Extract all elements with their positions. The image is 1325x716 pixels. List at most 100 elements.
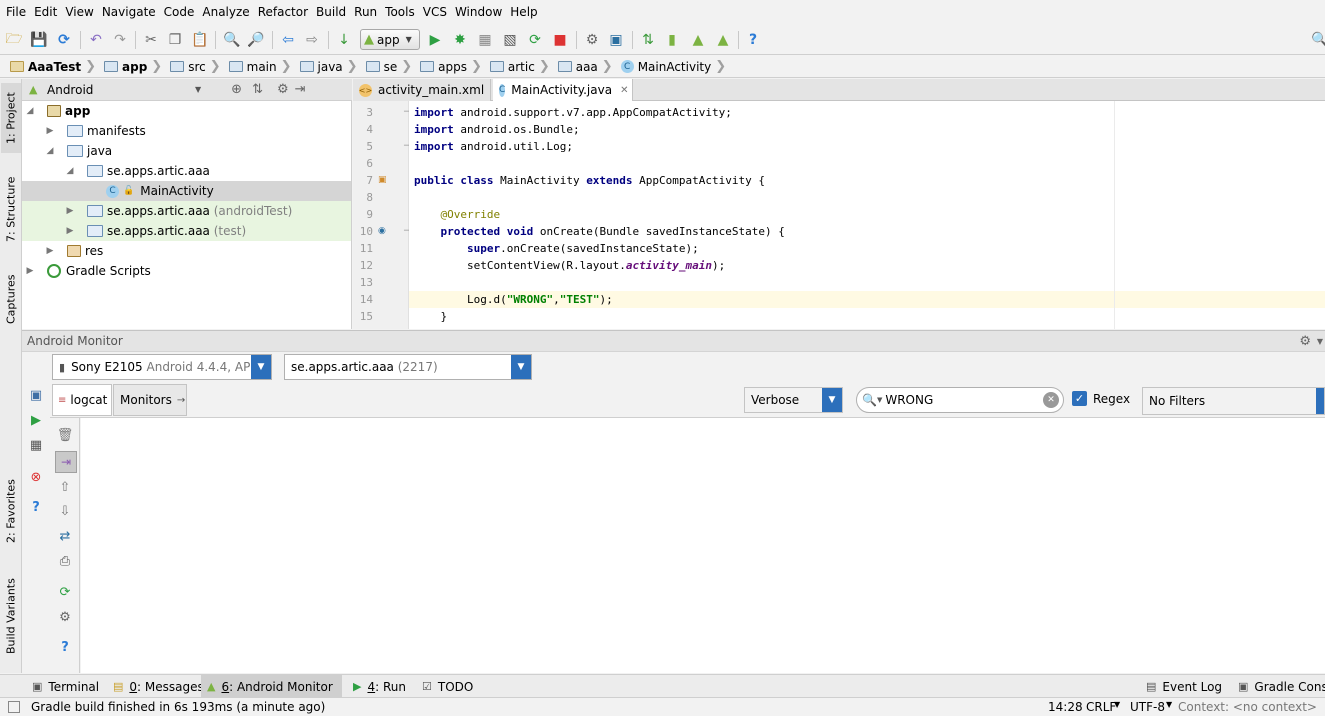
collapse-arrow-icon[interactable]: ▶ — [65, 206, 75, 216]
chevron-down-icon[interactable]: ▼ — [1317, 337, 1323, 346]
find-icon[interactable]: 🔍 — [222, 30, 242, 50]
tool-tab-structure[interactable]: 7: Structure — [1, 169, 21, 249]
help-icon[interactable]: ? — [743, 30, 763, 50]
code-line[interactable]: setContentView(R.layout.activity_main); — [414, 257, 725, 274]
system-info-icon[interactable]: ▦ — [27, 436, 45, 454]
tree-node-package[interactable]: ◢ se.apps.artic.aaa — [22, 161, 351, 181]
run-icon[interactable]: ▶ — [425, 30, 445, 50]
menu-build[interactable]: Build — [312, 0, 350, 24]
menu-view[interactable]: View — [61, 0, 97, 24]
chevron-down-icon[interactable]: ▼ — [251, 355, 271, 379]
attach-debugger-icon[interactable]: ▧ — [500, 30, 520, 50]
run-configuration-select[interactable]: ▲ app ▼ — [360, 29, 420, 50]
log-level-select[interactable]: Verbose ▼ — [744, 387, 843, 413]
gear-icon[interactable]: ⚙ — [56, 608, 74, 626]
sdk-manager-icon[interactable]: ▣ — [606, 30, 626, 50]
tree-node-java[interactable]: ◢ java — [22, 141, 351, 161]
menu-run[interactable]: Run — [350, 0, 381, 24]
gear-icon[interactable]: ⚙ — [277, 82, 289, 97]
tool-tab-android-monitor[interactable]: ▲ 6: Android Monitor — [201, 675, 342, 698]
breadcrumb-item[interactable]: C MainActivity ❯ — [617, 56, 730, 78]
tree-node-app[interactable]: ◢ app — [22, 101, 351, 121]
device-select[interactable]: ▮ Sony E2105 Android 4.4.4, API 19 ▼ — [52, 354, 272, 380]
tree-node-package-test[interactable]: ▶ se.apps.artic.aaa (test) — [22, 221, 351, 241]
menu-help[interactable]: Help — [506, 0, 541, 24]
code-line[interactable]: import android.util.Log; — [414, 138, 573, 155]
tool-tab-captures[interactable]: Captures — [1, 269, 21, 329]
code-line[interactable]: protected void onCreate(Bundle savedInst… — [414, 223, 785, 240]
code-line[interactable]: Log.d("WRONG","TEST"); — [414, 291, 613, 308]
tree-node-res[interactable]: ▶ res — [22, 241, 351, 261]
tab-monitors[interactable]: Monitors → — [113, 384, 187, 416]
project-structure-icon[interactable]: ⚙ — [582, 30, 602, 50]
caret-position[interactable]: 14:28 — [1048, 700, 1083, 714]
tree-node-package-androidtest[interactable]: ▶ se.apps.artic.aaa (androidTest) — [22, 201, 351, 221]
collapse-arrow-icon[interactable]: ▶ — [45, 246, 55, 256]
menu-vcs[interactable]: VCS — [419, 0, 451, 24]
chevron-down-icon[interactable]: ▼ — [822, 388, 842, 412]
tree-node-gradle-scripts[interactable]: ▶ Gradle Scripts — [22, 261, 351, 281]
breadcrumb-item[interactable]: app ❯ — [100, 56, 166, 78]
tool-tab-build-variants[interactable]: Build Variants — [1, 569, 21, 664]
hide-panel-icon[interactable]: ⇥ — [295, 82, 306, 97]
android-device-monitor-icon[interactable]: ▲ — [688, 30, 708, 50]
restart-icon[interactable]: ⟳ — [56, 583, 74, 601]
process-select[interactable]: se.apps.artic.aaa (2217) ▼ — [284, 354, 532, 380]
paste-icon[interactable]: 📋 — [190, 30, 210, 50]
breadcrumb-item[interactable]: main ❯ — [225, 56, 296, 78]
print-icon[interactable]: ⎙ — [56, 552, 74, 570]
sync-icon[interactable]: ⟳ — [54, 30, 74, 50]
chevron-down-icon[interactable] — [1316, 388, 1324, 414]
open-icon[interactable]: 🗁 — [4, 30, 24, 50]
gear-icon[interactable]: ⚙ — [1299, 334, 1311, 349]
help-icon[interactable]: ? — [27, 498, 45, 516]
collapse-arrow-icon[interactable]: ▶ — [65, 226, 75, 236]
terminate-app-icon[interactable]: ⊗ — [27, 468, 45, 486]
regex-checkbox[interactable]: ✓ — [1072, 391, 1087, 406]
logcat-output[interactable] — [81, 418, 1325, 673]
collapse-arrow-icon[interactable]: ▶ — [45, 126, 55, 136]
menu-tools[interactable]: Tools — [381, 0, 419, 24]
search-input[interactable]: WRONG — [885, 393, 933, 407]
override-marker-icon[interactable]: ◉ — [378, 226, 386, 236]
menu-code[interactable]: Code — [160, 0, 199, 24]
menu-window[interactable]: Window — [451, 0, 506, 24]
tab-logcat[interactable]: ≡ logcat — [52, 384, 112, 416]
tool-tab-favorites[interactable]: 2: Favorites — [1, 471, 21, 551]
chevron-down-icon[interactable]: ▼ — [195, 85, 201, 94]
clear-search-icon[interactable]: ✕ — [1043, 392, 1059, 408]
menu-refactor[interactable]: Refactor — [254, 0, 312, 24]
apply-changes-icon[interactable]: ⟳ — [525, 30, 545, 50]
expand-arrow-icon[interactable]: ◢ — [25, 106, 35, 116]
replace-icon[interactable]: 🔎 — [246, 30, 266, 50]
file-encoding[interactable]: UTF-8 — [1130, 700, 1165, 714]
arrow-down-icon[interactable]: ⇩ — [56, 502, 74, 520]
sync-gradle-icon[interactable]: ⇅ — [638, 30, 658, 50]
camera-icon[interactable]: ▣ — [27, 386, 45, 404]
menu-file[interactable]: File — [2, 0, 30, 24]
code-line[interactable]: public class MainActivity extends AppCom… — [414, 172, 765, 189]
tool-tab-project[interactable]: 1: Project — [1, 83, 21, 153]
copy-icon[interactable]: ❐ — [165, 30, 185, 50]
code-line[interactable]: import android.support.v7.app.AppCompatA… — [414, 104, 732, 121]
code-editor[interactable]: import android.support.v7.app.AppCompatA… — [409, 101, 1325, 329]
tool-tab-gradle-console[interactable]: ▣Gradle Conso — [1232, 675, 1325, 698]
tool-tab-event-log[interactable]: ▤ Event Log — [1140, 675, 1228, 698]
tool-tab-run[interactable]: ▶ 4: Run — [347, 675, 412, 698]
chevron-down-icon[interactable]: ▼ — [877, 396, 882, 404]
redo-icon[interactable]: ↷ — [110, 30, 130, 50]
tab-activity-main-xml[interactable]: <> activity_main.xml ✕ — [353, 79, 501, 101]
filter-select[interactable]: No Filters — [1142, 387, 1325, 415]
forward-icon[interactable]: ⇨ — [302, 30, 322, 50]
scroll-from-source-icon[interactable]: ⊕ — [231, 82, 242, 97]
menu-navigate[interactable]: Navigate — [98, 0, 160, 24]
avd-manager-icon[interactable]: ▮ — [662, 30, 682, 50]
arrow-up-icon[interactable]: ⇧ — [56, 478, 74, 496]
scroll-to-end-icon[interactable]: ⇥ — [55, 451, 77, 473]
close-icon[interactable]: ✕ — [620, 85, 628, 96]
breadcrumb-item[interactable]: java ❯ — [296, 56, 362, 78]
debug-icon[interactable]: ✸ — [450, 30, 470, 50]
tool-tab-terminal[interactable]: ▣ Terminal — [26, 675, 105, 698]
search-everywhere-icon[interactable]: 🔍 — [1310, 30, 1325, 50]
cut-icon[interactable]: ✂ — [141, 30, 161, 50]
